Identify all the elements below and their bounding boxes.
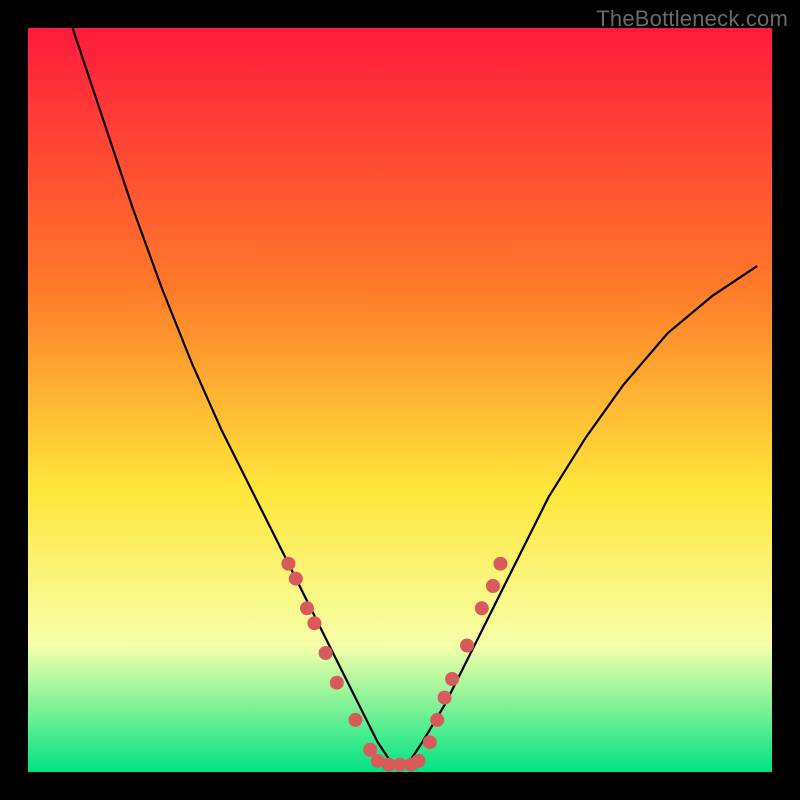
threshold-dot [486,579,500,593]
threshold-dot [348,713,362,727]
watermark-text: TheBottleneck.com [596,6,788,32]
threshold-dot [438,691,452,705]
threshold-dot [289,572,303,586]
threshold-dot [300,601,314,615]
threshold-dot [319,646,333,660]
threshold-dot [475,601,489,615]
threshold-dot [430,713,444,727]
threshold-dot [307,616,321,630]
threshold-dot [423,735,437,749]
threshold-dot [412,754,426,768]
threshold-dot [281,557,295,571]
threshold-dot [493,557,507,571]
threshold-dot [460,639,474,653]
threshold-dot [445,672,459,686]
chart-svg [28,28,772,772]
threshold-dot [330,676,344,690]
chart-area [28,28,772,772]
gradient-background [28,28,772,772]
